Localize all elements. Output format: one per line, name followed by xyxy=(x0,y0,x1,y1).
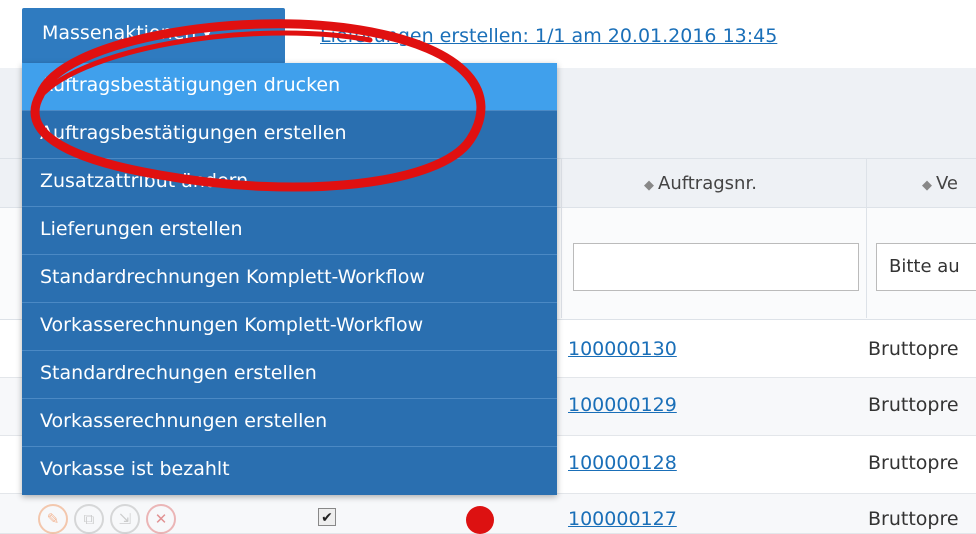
menu-item-create-order-confirmations[interactable]: Auftragsbestätigungen erstellen xyxy=(22,111,557,159)
sort-icon: ◆ xyxy=(644,178,654,193)
row-type-text: Bruttopre xyxy=(868,452,959,474)
order-no-link[interactable]: 100000128 xyxy=(568,452,677,474)
row-type-text: Bruttopre xyxy=(868,508,959,530)
menu-item-prepayment-invoices-workflow[interactable]: Vorkasserechnungen Komplett-Workflow xyxy=(22,303,557,351)
row-type-text: Bruttopre xyxy=(868,394,959,416)
caret-down-icon: ▼ xyxy=(202,26,212,40)
order-no-filter-input[interactable] xyxy=(573,243,859,291)
copy-icon[interactable]: ⧉ xyxy=(74,504,104,534)
menu-item-create-prepayment-invoices[interactable]: Vorkasserechnungen erstellen xyxy=(22,399,557,447)
mass-actions-button[interactable]: Massenaktionen ▼ xyxy=(22,8,285,64)
column-header-label: Auftragsnr. xyxy=(658,173,757,194)
column-header-label: Ve xyxy=(936,173,958,194)
column-header-next[interactable]: ◆ Ve xyxy=(922,173,958,194)
row-actions: ✎ ⧉ ⇲ ✕ xyxy=(38,504,176,534)
sort-icon: ◆ xyxy=(922,178,932,193)
order-no-link[interactable]: 100000127 xyxy=(568,508,677,530)
column-divider xyxy=(561,158,562,318)
delete-icon[interactable]: ✕ xyxy=(146,504,176,534)
table-row: ✎ ⧉ ⇲ ✕ ✔ 100000127 Bruttopre xyxy=(0,494,976,534)
menu-item-create-deliveries[interactable]: Lieferungen erstellen xyxy=(22,207,557,255)
status-dot-icon xyxy=(466,506,494,534)
menu-item-change-attribute[interactable]: Zusatzattribut ändern xyxy=(22,159,557,207)
export-icon[interactable]: ⇲ xyxy=(110,504,140,534)
column-divider xyxy=(866,158,867,318)
menu-item-create-standard-invoices[interactable]: Standardrechungen erstellen xyxy=(22,351,557,399)
menu-item-print-order-confirmations[interactable]: Auftragsbestätigungen drucken xyxy=(22,63,557,111)
row-type-text: Bruttopre xyxy=(868,338,959,360)
mass-actions-menu: Auftragsbestätigungen drucken Auftragsbe… xyxy=(22,63,557,495)
column-header-order-no[interactable]: ◆ Auftragsnr. xyxy=(644,173,757,194)
mass-actions-label: Massenaktionen xyxy=(42,22,197,44)
menu-item-standard-invoices-workflow[interactable]: Standardrechnungen Komplett-Workflow xyxy=(22,255,557,303)
order-no-link[interactable]: 100000129 xyxy=(568,394,677,416)
row-checkbox[interactable]: ✔ xyxy=(318,508,336,526)
menu-item-prepayment-paid[interactable]: Vorkasse ist bezahlt xyxy=(22,447,557,495)
edit-icon[interactable]: ✎ xyxy=(38,504,68,534)
filter-select[interactable]: Bitte au xyxy=(876,243,976,291)
toolbar: Massenaktionen ▼ Lieferungen erstellen: 1… xyxy=(0,0,976,68)
deliveries-status-link[interactable]: Lieferungen erstellen: 1/1 am 20.01.2016… xyxy=(320,25,777,47)
order-no-link[interactable]: 100000130 xyxy=(568,338,677,360)
